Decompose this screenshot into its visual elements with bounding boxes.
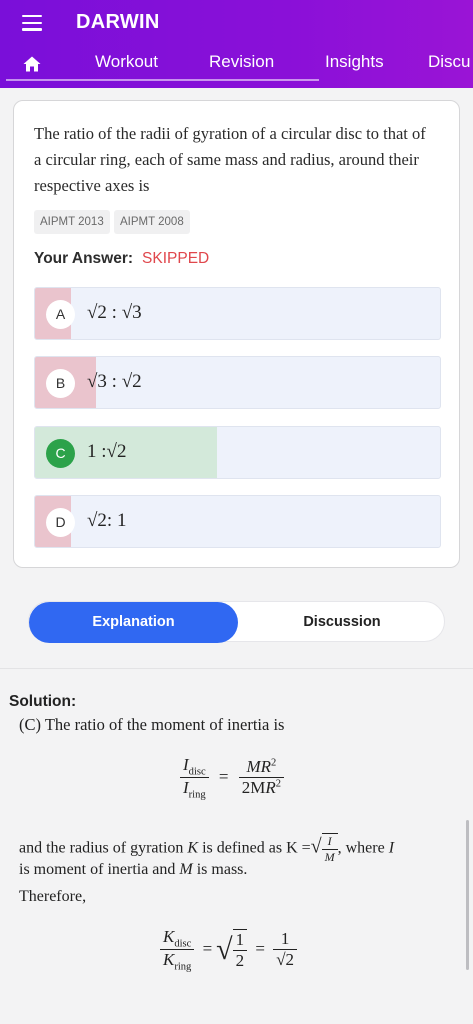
tab-scroll-indicator xyxy=(6,79,319,81)
app-title: DARWIN xyxy=(76,11,160,33)
option-letter: B xyxy=(46,369,75,398)
home-icon[interactable] xyxy=(23,56,41,72)
question-card: The ratio of the radii of gyration of a … xyxy=(13,100,460,568)
tab-revision[interactable]: Revision xyxy=(209,52,274,72)
option-d[interactable]: D √2: 1 xyxy=(34,495,441,548)
exam-tag: AIPMT 2013 xyxy=(34,210,110,234)
menu-icon[interactable] xyxy=(22,15,42,31)
option-a[interactable]: A √2 : √3 xyxy=(34,287,441,340)
option-c[interactable]: C 1 :√2 xyxy=(34,426,441,479)
option-letter: D xyxy=(46,508,75,537)
tab-bar: Workout Revision Insights Discu xyxy=(0,50,473,80)
app-bar: DARWIN Workout Revision Insights Discu xyxy=(0,0,473,88)
tab-workout[interactable]: Workout xyxy=(95,52,158,72)
option-letter: A xyxy=(46,300,75,329)
solution-line: is moment of inertia and M is mass. xyxy=(19,861,248,878)
tab-insights[interactable]: Insights xyxy=(325,52,384,72)
answer-label: Your Answer: xyxy=(34,250,134,267)
scrollbar[interactable] xyxy=(466,820,469,970)
solution-section: Solution: (C) The ratio of the moment of… xyxy=(0,668,473,1024)
discussion-tab[interactable]: Discussion xyxy=(238,602,446,643)
option-text: √2: 1 xyxy=(87,510,127,531)
solution-title: Solution: xyxy=(9,693,77,710)
inertia-ratio-equation: Idisc Iring = MR2 2MR2 xyxy=(180,755,285,801)
question-text: The ratio of the radii of gyration of a … xyxy=(34,124,426,195)
your-answer: Your Answer: SKIPPED xyxy=(34,250,209,268)
option-letter: C xyxy=(46,439,75,468)
tab-discussion[interactable]: Discu xyxy=(428,52,471,72)
option-b[interactable]: B √3 : √2 xyxy=(34,356,441,409)
exam-tag: AIPMT 2008 xyxy=(114,210,190,234)
solution-line: (C) The ratio of the moment of inertia i… xyxy=(19,715,285,734)
explanation-tab[interactable]: Explanation xyxy=(29,602,238,643)
radius-ratio-equation: Kdisc Kring = √ 1 2 = 1 √2 xyxy=(160,927,298,973)
explanation-discussion-toggle: Explanation Discussion xyxy=(28,601,446,643)
answer-status: SKIPPED xyxy=(142,250,210,267)
option-text: √3 : √2 xyxy=(87,371,142,392)
option-text: √2 : √3 xyxy=(87,302,142,323)
option-text: 1 :√2 xyxy=(87,441,127,462)
solution-line: Therefore, xyxy=(19,888,87,905)
